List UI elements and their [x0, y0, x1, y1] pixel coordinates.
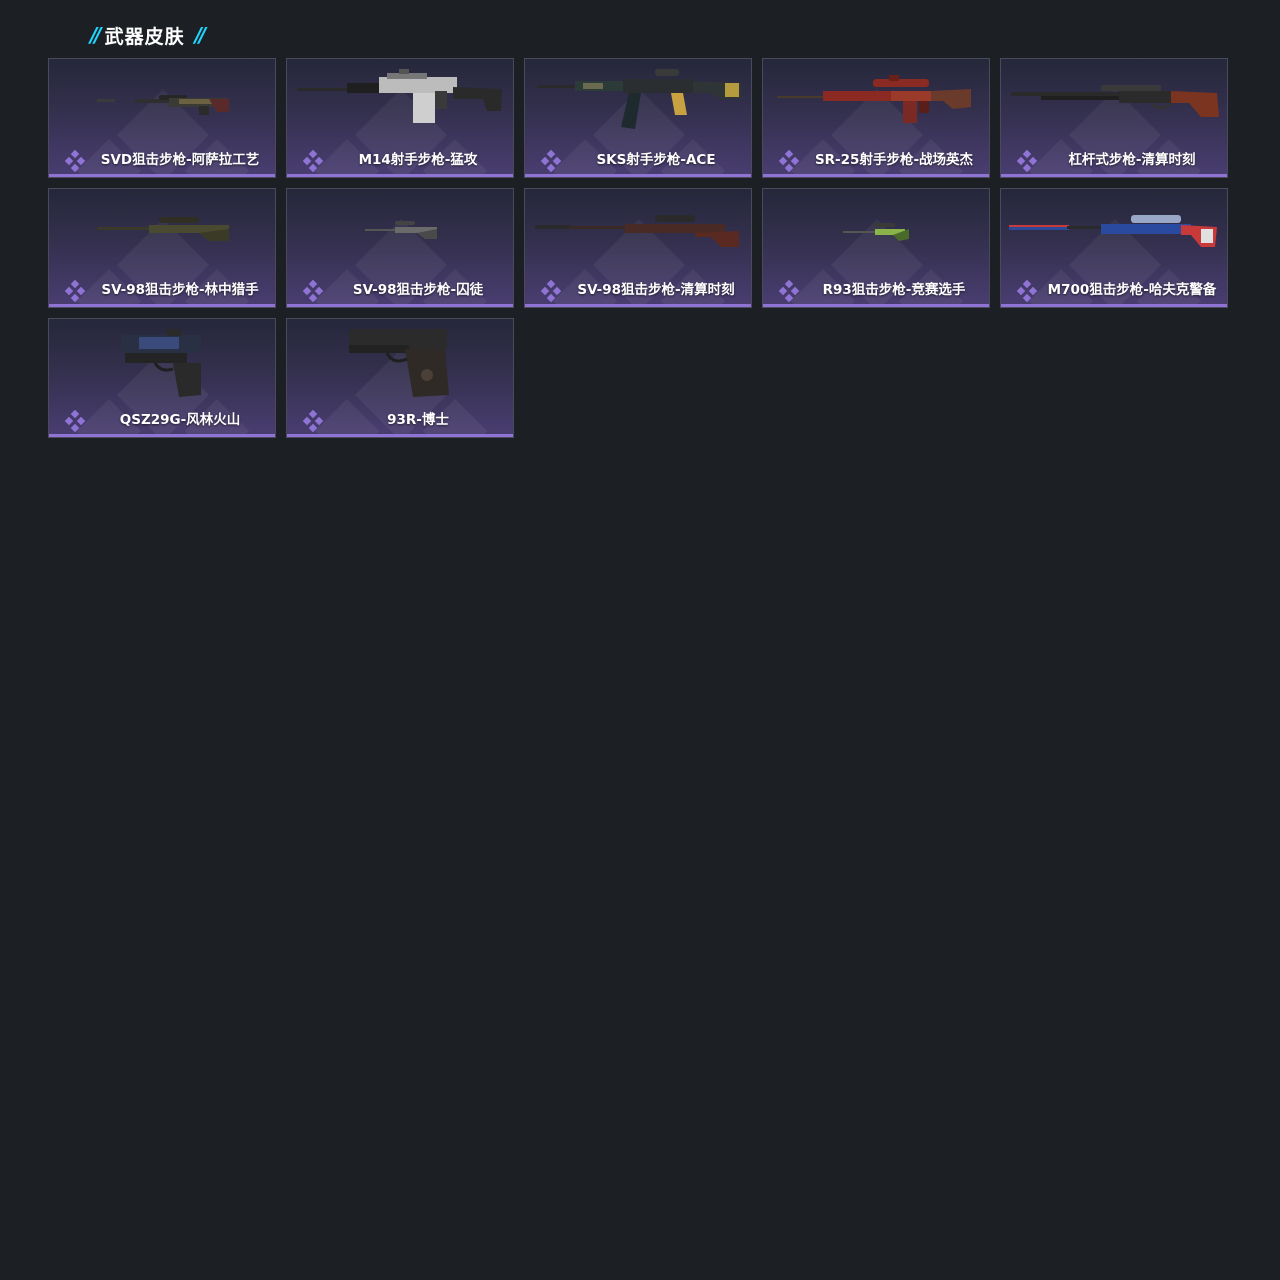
- skin-card[interactable]: SV-98狙击步枪-林中猎手: [48, 188, 276, 308]
- skin-card[interactable]: 杠杆式步枪-清算时刻: [1000, 58, 1228, 178]
- card-footer: M700狙击步枪-哈夫克警备: [1001, 277, 1227, 303]
- section-header: // 武器皮肤 //: [90, 20, 206, 50]
- sniper-rifle-icon: [1009, 215, 1217, 247]
- rarity-diamond-icon: [778, 280, 800, 302]
- marksman-rifle-icon: [537, 69, 741, 129]
- skin-card[interactable]: M14射手步枪-猛攻: [286, 58, 514, 178]
- skin-card[interactable]: SVD狙击步枪-阿萨拉工艺: [48, 58, 276, 178]
- card-footer: R93狙击步枪-竞赛选手: [763, 277, 989, 303]
- rarity-diamond-icon: [64, 150, 86, 172]
- card-footer: QSZ29G-风林火山: [49, 407, 275, 433]
- skin-card[interactable]: SV-98狙击步枪-囚徒: [286, 188, 514, 308]
- card-footer: SV-98狙击步枪-林中猎手: [49, 277, 275, 303]
- rarity-diamond-icon: [778, 150, 800, 172]
- skin-name: QSZ29G-风林火山: [119, 412, 241, 428]
- rarity-diamond-icon: [540, 280, 562, 302]
- marksman-rifle-icon: [297, 69, 502, 123]
- card-footer: SVD狙击步枪-阿萨拉工艺: [49, 147, 275, 173]
- rarity-diamond-icon: [1016, 280, 1038, 302]
- lever-action-rifle-icon: [1011, 85, 1219, 117]
- skin-card[interactable]: SKS射手步枪-ACE: [524, 58, 752, 178]
- slash-decoration-left: //: [90, 23, 101, 47]
- skin-name: R93狙击步枪-竞赛选手: [822, 282, 966, 298]
- rarity-diamond-icon: [302, 410, 324, 432]
- sniper-rifle-icon: [97, 95, 229, 115]
- skin-name: SVD狙击步枪-阿萨拉工艺: [100, 152, 260, 168]
- rarity-diamond-icon: [302, 280, 324, 302]
- rarity-diamond-icon: [64, 410, 86, 432]
- card-footer: SR-25射手步枪-战场英杰: [763, 147, 989, 173]
- rarity-diamond-icon: [302, 150, 324, 172]
- card-footer: 93R-博士: [287, 407, 513, 433]
- rarity-diamond-icon: [540, 150, 562, 172]
- skin-name: 杠杆式步枪-清算时刻: [1068, 152, 1196, 168]
- slash-decoration-right: //: [194, 23, 206, 47]
- section-title: 武器皮肤: [104, 25, 185, 48]
- pistol-icon: [349, 329, 449, 397]
- card-footer: 杠杆式步枪-清算时刻: [1001, 147, 1227, 173]
- card-footer: SKS射手步枪-ACE: [525, 147, 751, 173]
- skin-name: SR-25射手步枪-战场英杰: [814, 152, 974, 168]
- skin-card[interactable]: M700狙击步枪-哈夫克警备: [1000, 188, 1228, 308]
- skin-name: M700狙击步枪-哈夫克警备: [1047, 282, 1217, 298]
- rarity-diamond-icon: [1016, 150, 1038, 172]
- skin-card[interactable]: 93R-博士: [286, 318, 514, 438]
- marksman-rifle-icon: [777, 75, 971, 123]
- card-footer: M14射手步枪-猛攻: [287, 147, 513, 173]
- pistol-icon: [121, 329, 201, 397]
- skin-name: SV-98狙击步枪-清算时刻: [577, 282, 735, 298]
- skin-name: 93R-博士: [387, 412, 449, 428]
- rarity-diamond-icon: [64, 280, 86, 302]
- card-footer: SV-98狙击步枪-清算时刻: [525, 277, 751, 303]
- skin-card[interactable]: SV-98狙击步枪-清算时刻: [524, 188, 752, 308]
- skin-card[interactable]: SR-25射手步枪-战场英杰: [762, 58, 990, 178]
- sniper-rifle-icon: [535, 215, 739, 247]
- skin-name: M14射手步枪-猛攻: [358, 152, 478, 168]
- card-footer: SV-98狙击步枪-囚徒: [287, 277, 513, 303]
- sniper-rifle-icon: [365, 221, 437, 239]
- skin-name: SV-98狙击步枪-林中猎手: [101, 282, 259, 298]
- skin-name: SKS射手步枪-ACE: [596, 152, 716, 168]
- skin-card[interactable]: QSZ29G-风林火山: [48, 318, 276, 438]
- skin-card[interactable]: R93狙击步枪-竞赛选手: [762, 188, 990, 308]
- skin-grid: SVD狙击步枪-阿萨拉工艺 M14射手步枪-猛攻 SKS射手步枪-ACE SR-…: [48, 58, 1228, 438]
- sniper-rifle-icon: [97, 217, 229, 241]
- sniper-rifle-icon: [843, 223, 909, 241]
- skin-name: SV-98狙击步枪-囚徒: [352, 282, 484, 298]
